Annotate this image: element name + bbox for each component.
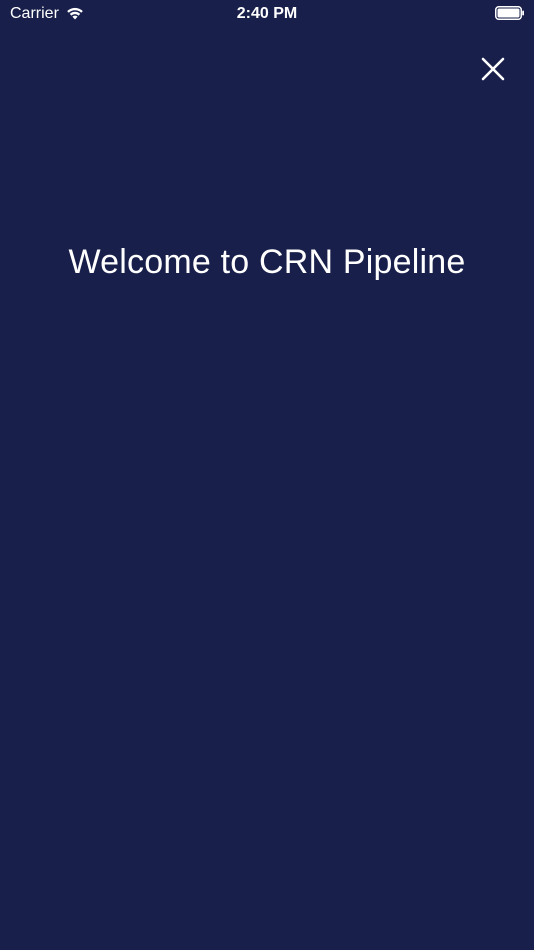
battery-icon <box>495 6 525 20</box>
status-bar: Carrier 2:40 PM <box>0 0 534 28</box>
status-time: 2:40 PM <box>236 5 298 22</box>
page-title: Welcome to CRN Pipeline <box>68 243 466 281</box>
close-button[interactable] <box>480 57 506 86</box>
close-icon <box>481 57 505 86</box>
